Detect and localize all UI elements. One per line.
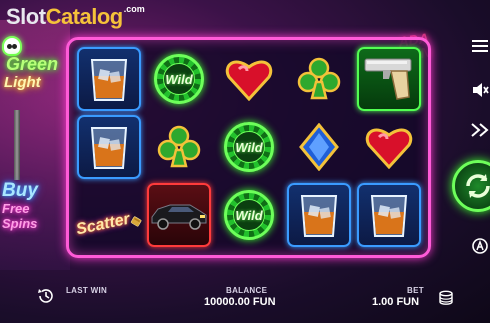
history-icon [38, 289, 53, 303]
watermark-slot: Slot [6, 4, 46, 29]
reel-grid: Wild Wild Scatter Wild [74, 45, 424, 250]
symbol-limousine [144, 181, 214, 249]
symbol-heart [354, 113, 424, 181]
free-spins-label: Free Spins [2, 201, 38, 231]
symbol-club [144, 113, 214, 181]
spin-button[interactable] [452, 160, 490, 212]
symbol-whiskey-glass [354, 181, 424, 249]
spin-icon [466, 174, 490, 198]
last-win-label: LAST WIN [66, 286, 108, 295]
club-icon [297, 57, 341, 100]
whiskey-glass-icon [300, 195, 338, 237]
watermark-com: .com [123, 4, 145, 14]
heart-icon [225, 60, 273, 101]
whiskey-glass-icon [90, 127, 128, 169]
symbol-diamond [284, 113, 354, 181]
bet-button[interactable] [436, 288, 456, 308]
menu-icon [472, 40, 488, 52]
menu-button[interactable] [470, 36, 490, 56]
sound-toggle-button[interactable] [470, 80, 490, 100]
lighter-icon [131, 216, 142, 227]
wild-label: Wild [233, 199, 265, 231]
pistol-icon [364, 58, 412, 100]
symbol-wild: Wild [214, 181, 284, 249]
skull-icon [2, 36, 22, 56]
wild-chip-icon: Wild [154, 54, 204, 104]
symbol-wild: Wild [214, 113, 284, 181]
heart-icon [365, 128, 413, 169]
autoplay-button[interactable] [470, 236, 490, 256]
bet-value: 1.00 FUN [372, 296, 420, 308]
club-icon [157, 125, 201, 168]
whiskey-glass-icon [370, 195, 408, 237]
symbol-pistol [354, 45, 424, 113]
watermark-logo: Slot Catalog .com [6, 4, 145, 34]
buy-label: Buy [2, 180, 38, 201]
buy-free-spins-button[interactable]: Buy Free Spins [0, 180, 60, 231]
wild-chip-icon: Wild [224, 122, 274, 172]
watermark-catalog: Catalog [45, 4, 124, 29]
wild-label: Wild [163, 63, 195, 95]
coins-icon [439, 290, 453, 305]
balance-value: 10000.00 FUN [204, 296, 276, 308]
symbol-whiskey-glass [74, 45, 144, 113]
game-logo: Green Light [0, 34, 62, 108]
balance-label: BALANCE [226, 286, 268, 295]
game-logo-line2: Light [4, 74, 41, 91]
sound-off-icon [473, 83, 489, 97]
whiskey-glass-icon [90, 59, 128, 101]
bottom-bar: LAST WIN BALANCE 10000.00 FUN BET 1.00 F… [0, 280, 490, 323]
reel-frame: Wild Wild Scatter Wild [66, 37, 431, 258]
autoplay-icon [472, 238, 488, 254]
bet-label: BET [407, 286, 424, 295]
game-logo-line1: Green [6, 54, 59, 74]
sign-pole [14, 110, 20, 180]
wild-label: Wild [233, 131, 265, 163]
scatter-label: Scatter [74, 210, 132, 239]
limousine-icon [151, 204, 207, 230]
diamond-icon [299, 123, 339, 171]
symbol-whiskey-glass [74, 113, 144, 181]
symbol-heart [214, 45, 284, 113]
wild-chip-icon: Wild [224, 190, 274, 240]
symbol-club [284, 45, 354, 113]
fast-forward-icon [471, 123, 489, 137]
symbol-scatter: Scatter [74, 181, 144, 249]
symbol-wild: Wild [144, 45, 214, 113]
turbo-button[interactable] [470, 120, 490, 140]
symbol-whiskey-glass [284, 181, 354, 249]
history-button[interactable] [36, 286, 56, 306]
